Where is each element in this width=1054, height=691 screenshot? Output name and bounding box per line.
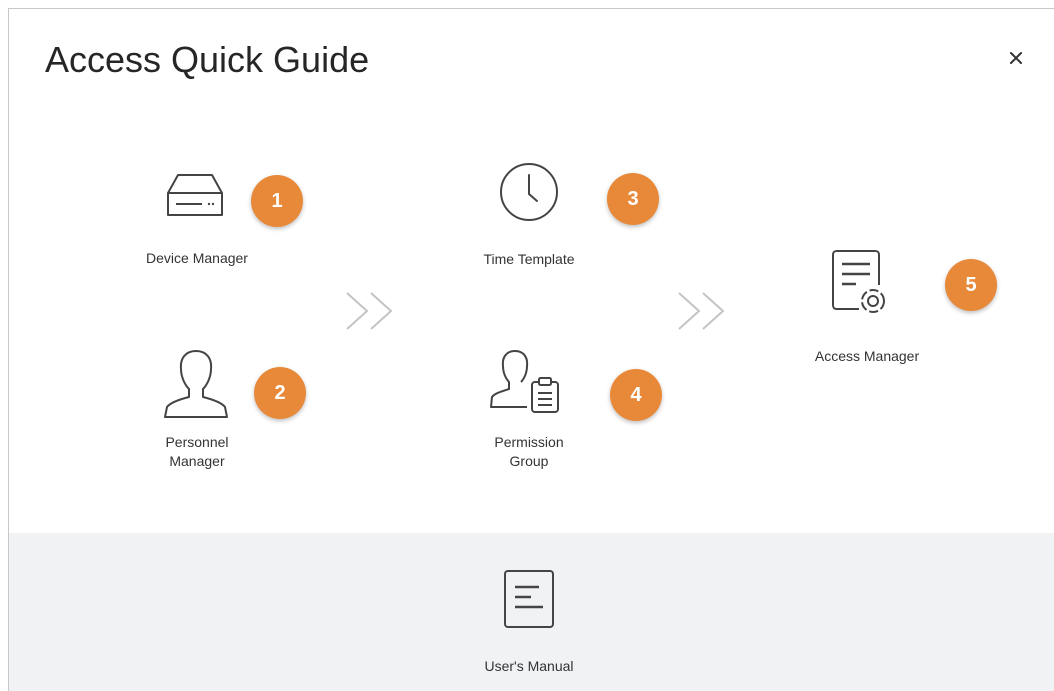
close-icon	[1010, 52, 1022, 64]
step-badge-3: 3	[607, 173, 659, 225]
footer-panel: User's Manual	[9, 533, 1054, 691]
person-icon	[164, 350, 228, 418]
step-badge-5: 5	[945, 259, 997, 311]
step-label-time-template[interactable]: Time Template	[449, 250, 609, 269]
user-manual-button[interactable]	[503, 569, 555, 631]
step-label-line: Group	[509, 453, 549, 469]
document-icon	[504, 570, 554, 628]
step-time-template[interactable]	[498, 161, 560, 223]
step-device-manager[interactable]	[164, 169, 226, 221]
step-badge-4: 4	[610, 369, 662, 421]
step-label-access-manager[interactable]: Access Manager	[787, 347, 947, 366]
dialog-title: Access Quick Guide	[45, 39, 370, 80]
user-manual-label[interactable]: User's Manual	[449, 657, 609, 676]
step-badge-2: 2	[254, 367, 306, 419]
permission-group-icon	[490, 350, 559, 413]
step-badge-1: 1	[251, 175, 303, 227]
double-chevron-icon	[678, 292, 725, 330]
step-personnel-manager[interactable]	[161, 347, 231, 421]
close-button[interactable]	[1005, 47, 1027, 69]
step-access-manager[interactable]	[829, 249, 891, 317]
step-label-permission-group[interactable]: Permission Group	[449, 433, 609, 471]
step-label-personnel-manager[interactable]: Personnel Manager	[117, 433, 277, 471]
step-label-line: Personnel	[165, 434, 229, 450]
step-label-device-manager[interactable]: Device Manager	[117, 249, 277, 268]
step-label-line: Manager	[169, 453, 225, 469]
access-manager-icon	[832, 250, 885, 313]
step-label-line: Permission	[494, 434, 564, 450]
clock-icon	[500, 163, 558, 221]
double-chevron-icon	[346, 292, 393, 330]
quick-guide-dialog: Access Quick Guide 1 Device Manager 2 Pe…	[8, 8, 1054, 691]
device-icon	[167, 174, 223, 216]
step-permission-group[interactable]	[487, 347, 565, 417]
